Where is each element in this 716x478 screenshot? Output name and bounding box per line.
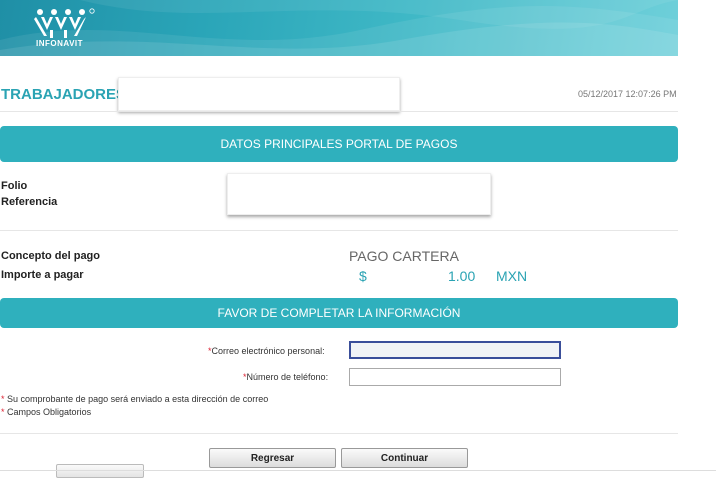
phone-field-label: *Número de teléfono: xyxy=(243,372,328,382)
folio-label: Folio xyxy=(1,180,28,192)
payment-concept-value: PAGO CARTERA xyxy=(349,248,459,264)
email-label-text: Correo electrónico personal: xyxy=(211,346,325,356)
amount-label: Importe a pagar xyxy=(1,269,84,281)
note-mark: * xyxy=(1,394,5,404)
divider xyxy=(0,433,678,434)
folio-reference-box xyxy=(227,173,491,215)
workers-value-box xyxy=(118,77,400,111)
email-field-label: *Correo electrónico personal: xyxy=(208,346,325,356)
section-header-main-data: DATOS PRINCIPALES PORTAL DE PAGOS xyxy=(0,126,678,162)
currency-symbol: $ xyxy=(359,268,367,284)
section-header-complete-info: FAVOR DE COMPLETAR LA INFORMACIÓN xyxy=(0,298,678,328)
payment-concept-label: Concepto del pago xyxy=(1,250,100,262)
required-fields-note: * Campos Obligatorios xyxy=(1,407,91,417)
brand-name: INFONAVIT xyxy=(36,39,84,48)
phone-label-text: Número de teléfono: xyxy=(246,372,329,382)
phone-input[interactable] xyxy=(349,368,561,386)
referencia-label: Referencia xyxy=(1,196,58,208)
page-bottom-edge xyxy=(0,470,716,471)
current-datetime: 05/12/2017 12:07:26 PM xyxy=(578,89,677,99)
email-note: * Su comprobante de pago será enviado a … xyxy=(1,394,268,404)
email-input[interactable] xyxy=(349,341,561,359)
back-button[interactable]: Regresar xyxy=(209,448,336,468)
required-fields-note-text: Campos Obligatorios xyxy=(7,407,92,417)
workers-label: TRABAJADORES: xyxy=(1,86,132,103)
note-mark: * xyxy=(1,407,5,417)
currency-code: MXN xyxy=(496,268,528,284)
continue-button[interactable]: Continuar xyxy=(341,448,468,468)
email-note-text: Su comprobante de pago será enviado a es… xyxy=(7,394,269,404)
header-banner: INFONAVIT xyxy=(0,0,678,56)
partially-hidden-button[interactable] xyxy=(56,464,144,478)
amount-value: 1.00 xyxy=(448,268,476,284)
header-wave-decoration xyxy=(0,0,678,56)
divider xyxy=(0,230,678,231)
divider xyxy=(0,111,678,112)
